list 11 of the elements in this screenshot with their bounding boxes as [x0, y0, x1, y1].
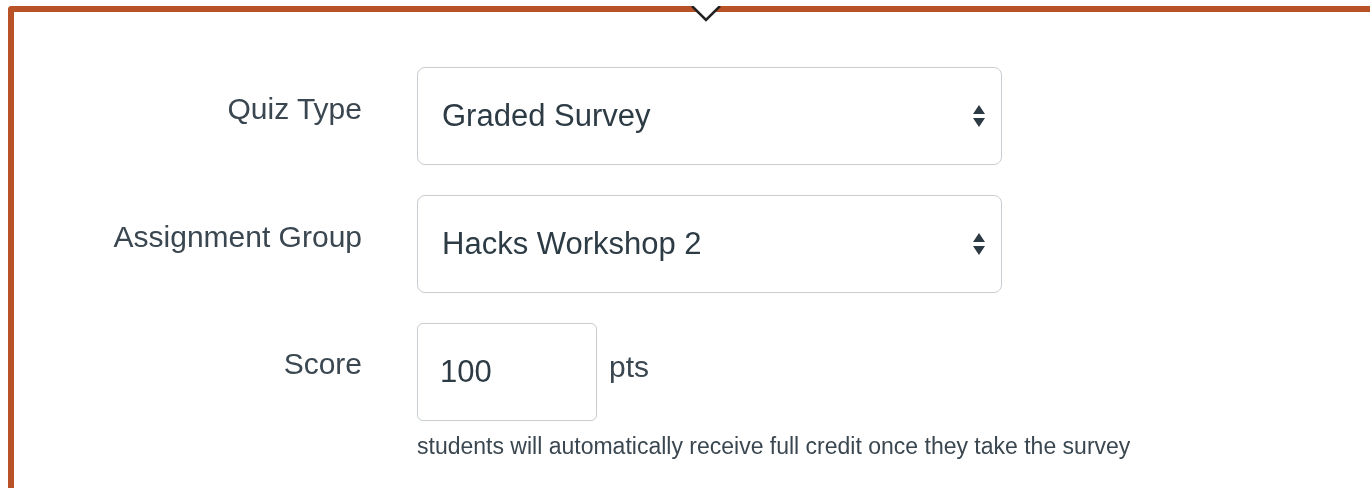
field-label: Assignment Group	[112, 219, 362, 255]
sort-caret-icon	[973, 105, 985, 127]
field-label: Quiz Type	[226, 91, 362, 127]
field-label: Score	[282, 346, 362, 382]
select-dropdown[interactable]: Graded Survey	[417, 67, 1002, 165]
score-input[interactable]: 100	[417, 323, 597, 421]
select-dropdown[interactable]: Hacks Workshop 2	[417, 195, 1002, 293]
unit-label: pts	[609, 350, 650, 384]
sort-caret-icon	[973, 233, 985, 255]
help-text: students will automatically receive full credit once they take the survey	[417, 432, 1131, 461]
pointer-icon	[690, 6, 722, 24]
